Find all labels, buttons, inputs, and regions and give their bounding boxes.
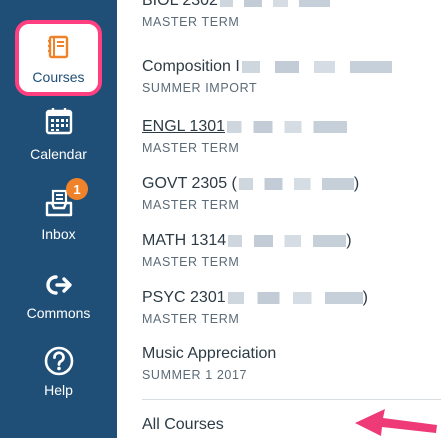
nav-calendar[interactable]: Calendar — [0, 104, 117, 182]
nav-inbox-label: Inbox — [41, 226, 76, 242]
course-link[interactable]: ENGL 1301 — [142, 117, 432, 137]
courses-book-icon — [19, 33, 98, 61]
course-name: Composition I — [142, 58, 240, 75]
course-link[interactable]: Music Appreciation — [142, 344, 432, 364]
annotation-arrow-icon — [355, 409, 437, 436]
course-term: MASTER TERM — [142, 15, 240, 29]
course-term: SUMMER IMPORT — [142, 81, 258, 95]
nav-courses-label: Courses — [32, 69, 85, 85]
course-term: MASTER TERM — [142, 141, 240, 155]
calendar-icon — [0, 104, 117, 138]
course-term: MASTER TERM — [142, 312, 240, 326]
redacted-text — [241, 60, 392, 73]
redacted-text — [228, 234, 347, 247]
course-term: MASTER TERM — [142, 255, 240, 269]
nav-courses[interactable]: Courses — [15, 20, 102, 96]
course-name: BIOL 2302 — [142, 0, 218, 9]
courses-tray: BIOL 2302 MASTER TERM Composition I SUMM… — [117, 0, 441, 438]
course-link[interactable]: GOVT 2305 () — [142, 174, 432, 194]
course-link[interactable]: BIOL 2302 — [142, 0, 432, 11]
course-name: PSYC 2301 — [142, 289, 226, 306]
global-nav-sidebar: Courses Calendar Inbox 1 Commons Help — [0, 0, 117, 438]
course-name: ENGL 1301 — [142, 118, 226, 135]
commons-arrow-icon — [0, 268, 117, 302]
course-name: GOVT 2305 ( — [142, 175, 237, 192]
course-name: Music Appreciation — [142, 345, 277, 362]
course-name-tail: ) — [362, 289, 368, 306]
course-term: SUMMER 1 2017 — [142, 368, 248, 382]
course-name-tail: ) — [353, 175, 360, 192]
redacted-text — [227, 120, 348, 133]
nav-calendar-label: Calendar — [30, 146, 87, 162]
nav-commons[interactable]: Commons — [0, 268, 117, 346]
course-item[interactable]: Music Appreciation SUMMER 1 2017 — [142, 344, 432, 383]
course-item[interactable]: BIOL 2302 MASTER TERM — [142, 0, 432, 30]
nav-inbox[interactable]: Inbox — [0, 186, 117, 264]
redacted-text — [227, 291, 363, 304]
inbox-unread-badge: 1 — [66, 178, 88, 200]
inbox-icon — [0, 186, 117, 220]
course-name-tail: ) — [346, 232, 352, 249]
course-item[interactable]: PSYC 2301) MASTER TERM — [142, 288, 432, 327]
course-link[interactable]: PSYC 2301) — [142, 288, 432, 308]
course-item[interactable]: Composition I SUMMER IMPORT — [142, 57, 432, 96]
redacted-text — [219, 0, 330, 7]
nav-commons-label: Commons — [26, 305, 91, 321]
course-link[interactable]: MATH 1314) — [142, 231, 432, 251]
course-name: MATH 1314 — [142, 232, 227, 249]
help-question-icon — [0, 344, 117, 378]
course-link[interactable]: Composition I — [142, 57, 432, 77]
nav-help[interactable]: Help — [0, 344, 117, 422]
redacted-text — [238, 177, 354, 190]
divider — [142, 399, 441, 400]
all-courses-link[interactable]: All Courses — [142, 416, 224, 434]
course-item[interactable]: GOVT 2305 () MASTER TERM — [142, 174, 432, 213]
course-term: MASTER TERM — [142, 198, 240, 212]
nav-help-label: Help — [44, 382, 73, 398]
course-item[interactable]: ENGL 1301 MASTER TERM — [142, 117, 432, 156]
course-item[interactable]: MATH 1314) MASTER TERM — [142, 231, 432, 270]
